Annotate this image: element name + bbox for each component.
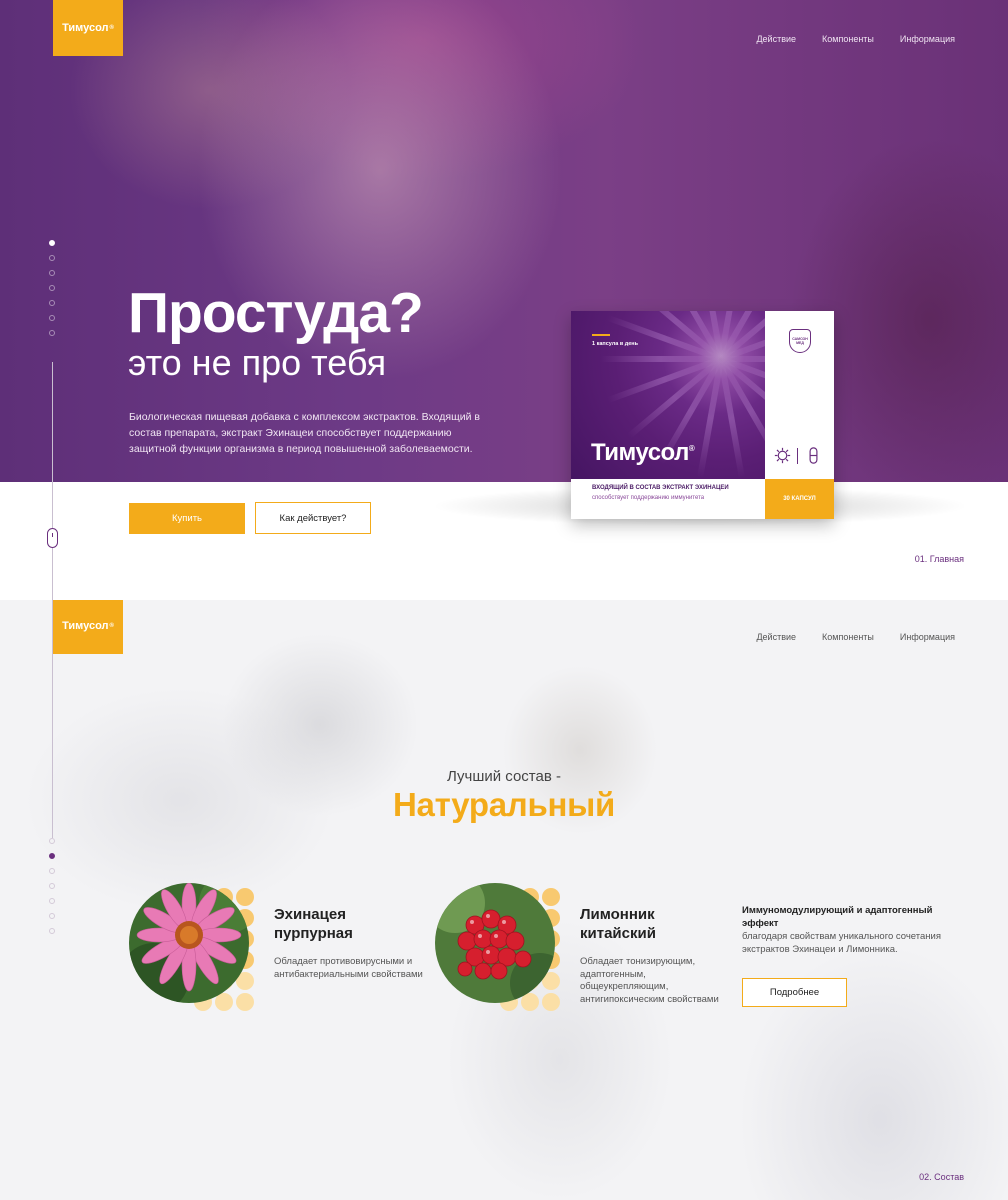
herb-1-title-l1: Эхинацея <box>274 906 346 923</box>
top-nav-2: Действие Компоненты Информация <box>756 632 955 642</box>
nav-info-2[interactable]: Информация <box>900 632 955 642</box>
nav-action-2[interactable]: Действие <box>756 632 796 642</box>
logo-mark: ® <box>109 25 114 31</box>
box-front-flower: 1 капсула в день Тимусол® <box>571 311 765 479</box>
box-icon-divider <box>797 447 798 464</box>
composition-section: Тимусол ® Действие Компоненты Информация … <box>0 600 1008 1200</box>
pagination-dot-3[interactable] <box>49 270 55 276</box>
herb-2-title-l1: Лимонник <box>580 906 655 923</box>
echinacea-image <box>129 883 249 1003</box>
box-brand-mark: ® <box>688 444 695 453</box>
pagination-dot-7b[interactable] <box>49 928 55 934</box>
schisandra-berries-icon <box>435 883 555 1003</box>
box-accent-dash <box>592 334 610 336</box>
hero-subtitle: это не про тебя <box>128 342 387 383</box>
virus-icon <box>774 447 791 464</box>
box-icons <box>774 447 822 464</box>
capsule-icon <box>809 447 818 464</box>
box-ingredient-line: ВХОДЯЩИЙ В СОСТАВ ЭКСТРАКТ ЭХИНАЦЕИ <box>592 485 729 491</box>
herb-1-description: Обладает противовирусными и антибактериа… <box>274 956 423 980</box>
box-dose-text: 1 капсула в день <box>592 341 639 347</box>
herb-2-title: Лимонник китайский <box>580 905 656 943</box>
box-side-panel: САМСОН МЕД <box>765 311 834 479</box>
box-count-badge: 30 КАПСУЛ <box>765 479 834 519</box>
more-button[interactable]: Подробнее <box>742 978 847 1007</box>
nav-components-2[interactable]: Компоненты <box>822 632 874 642</box>
section-pagination <box>49 240 55 336</box>
pagination-dot-7[interactable] <box>49 330 55 336</box>
hero-section: Тимусол ® Действие Компоненты Информация … <box>0 0 1008 600</box>
composition-subtitle: Лучший состав - <box>447 768 561 785</box>
box-brand-name: Тимусол® <box>591 439 695 467</box>
logo-text-2: Тимусол <box>62 620 109 632</box>
brand-logo-2[interactable]: Тимусол ® <box>53 600 123 654</box>
herb-1-title-l2: пурпурная <box>274 925 353 942</box>
section-label-2: 02. Состав <box>919 1172 964 1182</box>
schisandra-image <box>435 883 555 1003</box>
top-nav: Действие Компоненты Информация <box>756 34 955 44</box>
pagination-dot-5[interactable] <box>49 300 55 306</box>
section-pagination-2 <box>49 838 55 934</box>
herb-1-title: Эхинацея пурпурная <box>274 905 353 943</box>
composition-title: Натуральный <box>393 786 615 823</box>
product-box-image: 1 капсула в день Тимусол® САМСОН МЕД ВХО… <box>571 311 834 519</box>
pagination-dot-2[interactable] <box>49 255 55 261</box>
scroll-mouse-icon[interactable] <box>47 528 58 548</box>
pagination-dot-5b[interactable] <box>49 898 55 904</box>
nav-components[interactable]: Компоненты <box>822 34 874 44</box>
box-brand-text: Тимусол <box>591 439 689 466</box>
pagination-dot-6[interactable] <box>49 315 55 321</box>
scroll-line <box>52 362 53 600</box>
effect-title: Иммуномодулирующий и адаптогенный эффект <box>742 905 933 929</box>
hero-description: Биологическая пищевая добавка с комплекс… <box>129 411 480 455</box>
herb-2-description: Обладает тонизирующим, адаптогенным, общ… <box>580 956 719 1005</box>
how-it-works-button[interactable]: Как действует? <box>255 502 371 534</box>
effect-description: благодаря свойствам уникального сочетани… <box>742 931 941 955</box>
herb-2-title-l2: китайский <box>580 925 656 942</box>
section-label: 01. Главная <box>914 554 964 564</box>
pagination-dot-1b[interactable] <box>49 838 55 844</box>
brand-logo[interactable]: Тимусол ® <box>53 0 123 56</box>
manufacturer-shield-icon: САМСОН МЕД <box>789 329 811 353</box>
box-bottom-strip: ВХОДЯЩИЙ В СОСТАВ ЭКСТРАКТ ЭХИНАЦЕИ спос… <box>571 479 765 519</box>
nav-info[interactable]: Информация <box>900 34 955 44</box>
pagination-dot-1[interactable] <box>49 240 55 246</box>
pagination-dot-6b[interactable] <box>49 913 55 919</box>
echinacea-flower-icon <box>129 883 249 1003</box>
maker-line2: МЕД <box>796 341 804 345</box>
box-benefit-line: способствует поддержанию иммунитета <box>592 495 705 501</box>
pagination-dot-2b[interactable] <box>49 853 55 859</box>
buy-button[interactable]: Купить <box>129 503 245 534</box>
hero-title: Простуда? <box>128 281 424 345</box>
pagination-dot-4[interactable] <box>49 285 55 291</box>
logo-text: Тимусол <box>62 22 109 34</box>
pagination-dot-3b[interactable] <box>49 868 55 874</box>
logo-mark-2: ® <box>109 623 114 629</box>
pagination-dot-4b[interactable] <box>49 883 55 889</box>
nav-action[interactable]: Действие <box>756 34 796 44</box>
